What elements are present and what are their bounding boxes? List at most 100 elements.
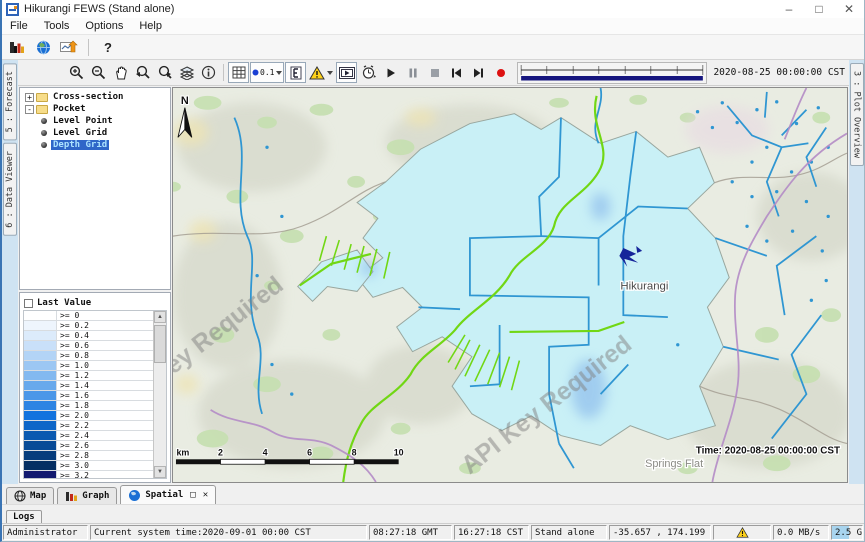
scroll-down-icon[interactable]: ▼ [154,466,166,478]
legend-list[interactable]: >= 0 >= 0.2 [24,311,153,478]
status-network-speed: 0.0 MB/s [773,525,829,540]
play-icon[interactable] [380,62,401,83]
right-tab-strip: 3 : Plot Overview [849,60,864,484]
zoom-previous-icon[interactable] [132,62,153,83]
menu-item[interactable]: Options [77,19,131,33]
tree-item-level-point[interactable]: Level Point [23,115,170,127]
tree-item-pocket[interactable]: - Pocket [23,103,170,115]
legend-color-swatch [24,351,57,360]
zoom-next-icon[interactable] [154,62,175,83]
record-icon[interactable] [490,62,511,83]
tab-plot-overview[interactable]: 3 : Plot Overview [850,63,864,166]
minimize-button[interactable]: – [774,2,804,16]
map-globe-icon[interactable] [33,37,53,57]
legend-color-swatch [24,311,57,320]
tab-graph[interactable]: Graph [57,487,117,504]
last-value-checkbox[interactable] [24,299,33,308]
database-icon[interactable] [7,37,27,57]
menu-item[interactable]: File [2,19,36,33]
legend-row[interactable]: >= 1.0 [24,361,153,371]
pan-icon[interactable] [110,62,131,83]
legend-class-label: >= 1.0 [57,361,153,370]
legend-row[interactable]: >= 0.4 [24,331,153,341]
tree-item-depth-grid[interactable]: Depth Grid [23,139,170,151]
warning-dropdown[interactable] [307,62,335,83]
tab-forecast[interactable]: 5 : Forecast [3,63,17,140]
grid-icon[interactable] [228,62,249,83]
legend-row[interactable]: >= 2.8 [24,451,153,461]
maximize-button[interactable]: □ [804,2,834,16]
layers-icon[interactable] [176,62,197,83]
legend-row[interactable]: >= 2.2 [24,421,153,431]
status-system-time: Current system time:2020-09-01 00:00 CST [90,525,367,540]
expand-icon[interactable]: + [25,93,34,102]
legend-panel: Last Value >= 0 [19,292,171,483]
collapse-icon[interactable]: - [25,105,34,114]
panel-maximize-icon[interactable]: □ [190,490,195,500]
close-button[interactable]: ✕ [834,2,864,16]
title-bar: Hikurangi FEWS (Stand alone) – □ ✕ [2,0,864,18]
scrollbar-track[interactable] [154,323,166,466]
legend-scrollbar[interactable]: ▲ ▼ [153,311,166,478]
legend-class-label: >= 0.4 [57,331,153,340]
map-canvas[interactable]: API Key Required API Key Required Hikura… [172,87,848,483]
legend-class-label: >= 0.2 [57,321,153,330]
legend-row[interactable]: >= 3.0 [24,461,153,471]
legend-edit-icon[interactable] [285,62,306,83]
interval-dropdown[interactable]: 0.1 [250,62,284,83]
legend-row[interactable]: >= 2.0 [24,411,153,421]
zoom-in-icon[interactable] [66,62,87,83]
zoom-out-icon[interactable] [88,62,109,83]
node-bullet-icon [41,130,47,136]
app-window: Hikurangi FEWS (Stand alone) – □ ✕ FileT… [0,0,865,542]
panel-close-icon[interactable]: ✕ [203,490,208,500]
map-toolbar: 0.1 [18,60,849,86]
tree-item-level-grid[interactable]: Level Grid [23,127,170,139]
status-warning-icon[interactable] [713,525,771,540]
stop-icon[interactable] [424,62,445,83]
legend-row[interactable]: >= 2.4 [24,431,153,441]
last-frame-icon[interactable] [468,62,489,83]
legend-row[interactable]: >= 1.2 [24,371,153,381]
legend-class-label: >= 2.4 [57,431,153,440]
blue-globe-icon [128,489,141,502]
legend-row[interactable]: >= 1.4 [24,381,153,391]
tab-data-viewer[interactable]: 6 : Data Viewer [3,143,17,236]
legend-row[interactable]: >= 0.6 [24,341,153,351]
legend-class-label: >= 1.8 [57,401,153,410]
legend-class-label: >= 1.4 [57,381,153,390]
time-slider[interactable] [517,62,707,84]
legend-color-swatch [24,421,57,430]
animation-icon[interactable] [336,62,357,83]
legend-row[interactable]: >= 0 [24,311,153,321]
tab-spatial[interactable]: Spatial □ ✕ [120,485,216,504]
legend-color-swatch [24,401,57,410]
legend-class-label: >= 1.2 [57,371,153,380]
svg-text:2: 2 [218,447,223,457]
pause-icon[interactable] [402,62,423,83]
tab-map[interactable]: Map [6,487,54,504]
tree-item-cross-section[interactable]: + Cross-section [23,91,170,103]
legend-row[interactable]: >= 2.6 [24,441,153,451]
info-icon[interactable] [198,62,219,83]
timer-icon[interactable] [358,62,379,83]
legend-row[interactable]: >= 1.6 [24,391,153,401]
scroll-up-icon[interactable]: ▲ [154,311,166,323]
legend-row[interactable]: >= 1.8 [24,401,153,411]
legend-color-swatch [24,411,57,420]
scrollbar-thumb[interactable] [154,325,166,363]
status-coordinates: -35.657 , 174.199 [609,525,711,540]
legend-row[interactable]: >= 0.2 [24,321,153,331]
main-toolbar: ? [2,35,864,60]
legend-row[interactable]: >= 0.8 [24,351,153,361]
layer-tree: + Cross-section - Pocket Level Point [19,87,171,290]
menu-item[interactable]: Help [131,19,170,33]
legend-class-label: >= 3.2 [57,471,153,478]
first-frame-icon[interactable] [446,62,467,83]
chevron-down-icon [276,71,282,75]
menu-item[interactable]: Tools [36,19,78,33]
app-icon [6,3,19,16]
timeseries-icon[interactable] [59,37,79,57]
help-icon[interactable]: ? [98,37,118,57]
legend-row[interactable]: >= 3.2 [24,471,153,478]
